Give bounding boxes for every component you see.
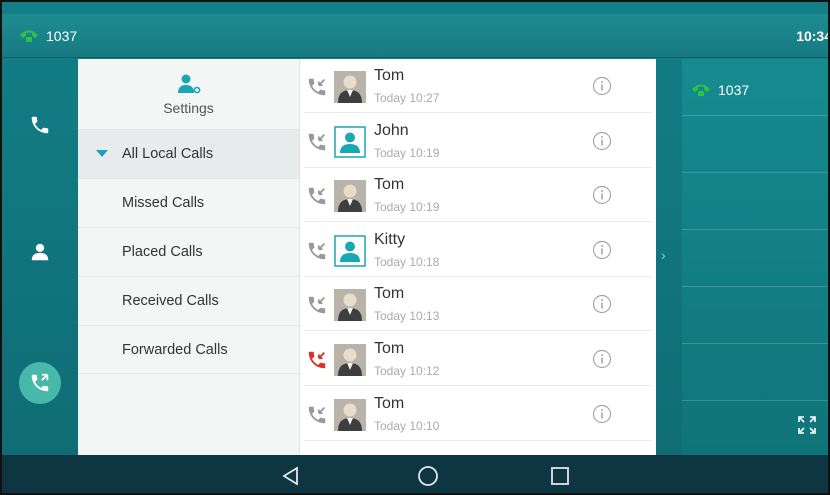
call-log-row[interactable]: Tom Today 10:12 [304,332,652,386]
call-log-row[interactable]: Tom Today 10:19 [304,168,652,223]
line-panel: 1037 [682,59,828,455]
contact-avatar-icon [334,125,366,158]
avatar-photo [334,398,366,431]
caller-name: Tom [374,285,405,303]
handset-icon [29,114,51,141]
menu-item-label: Forwarded Calls [122,341,228,358]
received-call-icon [306,404,328,426]
line-account[interactable]: 1037 [690,81,749,99]
caret-down-icon [96,150,108,157]
settings-label: Settings [163,99,214,116]
divider [682,115,828,116]
info-icon[interactable] [592,349,612,369]
line-account-number: 1037 [718,82,750,98]
caller-name: Tom [374,176,405,194]
call-time: Today 10:18 [374,254,440,269]
menu-item-placed-calls[interactable]: Placed Calls [78,227,299,276]
call-time: Today 10:19 [374,145,440,160]
menu-item-label: Placed Calls [122,244,203,260]
directory-button[interactable] [2,224,78,284]
avatar-photo [334,71,366,103]
call-log-row[interactable]: John Today 10:19 [304,114,652,168]
account-number: 1037 [46,27,78,44]
back-button[interactable] [279,464,303,488]
avatar-photo [334,180,366,213]
caller-name: Kitty [374,230,406,248]
menu-item-received-calls[interactable]: Received Calls [78,276,299,325]
menu-item-forwarded-calls[interactable]: Forwarded Calls [78,325,299,374]
menu-item-label: All Local Calls [122,146,214,162]
divider [682,229,828,230]
call-time: Today 10:27 [374,91,440,105]
status-account: 1037 [18,27,77,45]
divider [682,286,828,287]
caller-name: Tom [374,340,405,357]
expand-icon[interactable] [796,414,818,436]
call-log-row[interactable]: Tom Today 10:27 [304,59,652,113]
clock: 10:34 [796,27,830,44]
navigation-bar [2,455,828,493]
received-call-icon [306,131,328,153]
received-call-icon [306,294,328,316]
info-icon[interactable] [592,76,612,96]
contact-icon [29,241,51,268]
call-log-button[interactable] [2,353,78,413]
missed-call-icon [306,349,328,371]
divider [682,172,828,173]
back-icon [279,466,303,492]
avatar-photo [334,289,366,322]
info-icon[interactable] [592,131,612,151]
handset-icon [18,27,40,45]
info-icon[interactable] [592,240,612,260]
menu-item-label: Received Calls [122,293,219,309]
dialer-button[interactable] [2,97,78,157]
call-log-icon [19,362,61,404]
call-time: Today 10:10 [374,418,440,433]
handset-icon [690,81,712,99]
divider [682,343,828,344]
call-log-row[interactable]: Tom Today 10:13 [304,277,652,332]
caller-name: Tom [374,67,405,84]
call-time: Today 10:19 [374,200,440,215]
home-icon [416,466,440,492]
chevron-right-icon[interactable]: › [661,247,666,263]
call-history-panel: Settings All Local Calls Missed Calls Pl… [78,59,656,455]
info-icon[interactable] [592,294,612,314]
home-button[interactable] [416,464,440,488]
menu-item-missed-calls[interactable]: Missed Calls [78,178,299,227]
menu-item-all-local-calls[interactable]: All Local Calls [78,129,299,178]
phone-screen: 1037 10:34 Settings All Local Calls Miss… [0,0,830,495]
info-icon[interactable] [592,404,612,424]
call-filter-menu: Settings All Local Calls Missed Calls Pl… [78,59,300,455]
call-time: Today 10:13 [374,309,440,324]
recents-icon [548,467,572,492]
call-list: Tom Today 10:27 John Today 10:19 Tom Today 10… [304,59,652,455]
menu-item-label: Missed Calls [122,195,205,211]
recents-button[interactable] [548,464,572,488]
divider [682,400,828,401]
received-call-icon [306,185,328,207]
call-log-row[interactable]: Kitty Today 10:18 [304,223,652,277]
contact-avatar-icon [334,235,366,267]
info-icon[interactable] [592,185,612,205]
avatar-photo [334,344,366,376]
call-log-row[interactable]: Tom Today 10:10 [304,387,652,441]
received-call-icon [306,76,328,98]
received-call-icon [306,240,328,262]
caller-name: Tom [374,394,405,412]
call-time: Today 10:12 [374,364,440,378]
status-bar: 1037 10:34 [2,14,830,58]
contact-settings-icon [177,73,201,98]
settings-button[interactable]: Settings [78,59,299,129]
left-rail [2,59,78,455]
caller-name: John [374,121,409,139]
